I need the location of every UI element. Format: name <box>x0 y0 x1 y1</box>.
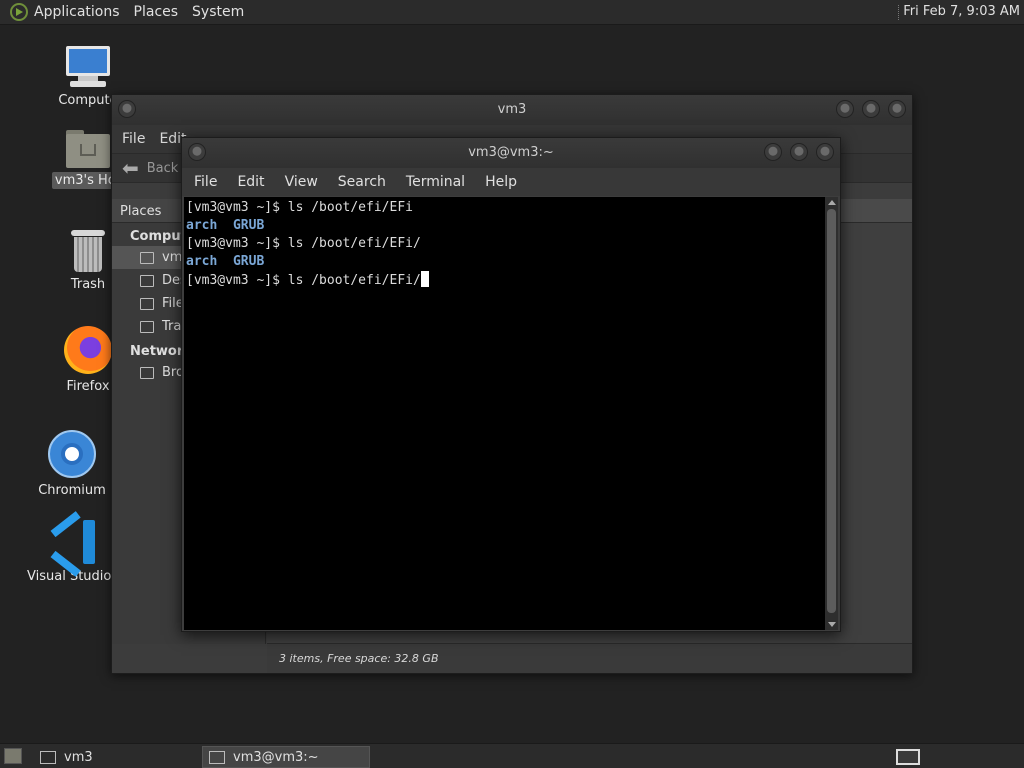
desktop-icon-label: Chromium <box>38 483 106 498</box>
clock[interactable]: Fri Feb 7, 9:03 AM <box>903 4 1020 19</box>
term-menu-edit[interactable]: Edit <box>237 174 264 190</box>
desktop-icon-label: Firefox <box>66 379 110 394</box>
terminal-line: [vm3@vm3 ~]$ ls /boot/efi/EFi/ <box>186 236 421 251</box>
terminal-titlebar[interactable]: vm3@vm3:~ <box>182 138 840 168</box>
status-bar: 3 items, Free space: 32.8 GB <box>267 643 912 673</box>
terminal-window: vm3@vm3:~ File Edit View Search Terminal… <box>181 137 841 632</box>
trash-icon <box>140 320 154 333</box>
terminal-title: vm3@vm3:~ <box>468 145 554 160</box>
terminal-line: arch GRUB <box>186 253 825 271</box>
filesystem-icon <box>140 297 154 310</box>
terminal-prompt: [vm3@vm3 ~]$ ls /boot/efi/EFi/ <box>186 273 421 288</box>
term-menu-terminal[interactable]: Terminal <box>406 174 465 190</box>
terminal-menubar: File Edit View Search Terminal Help <box>182 168 840 196</box>
maximize-button[interactable] <box>790 143 808 161</box>
scroll-down-arrow-icon[interactable] <box>828 622 836 627</box>
desktop-icon-vscode[interactable]: Visual Studio Co <box>24 511 133 585</box>
taskbar-item-label: vm3 <box>64 749 93 765</box>
home-icon <box>140 251 154 264</box>
back-arrow-icon[interactable]: ⬅ <box>122 156 139 180</box>
firefox-icon <box>64 326 112 374</box>
term-menu-help[interactable]: Help <box>485 174 517 190</box>
maximize-button[interactable] <box>862 100 880 118</box>
scrollbar-thumb[interactable] <box>827 209 836 613</box>
terminal-output-text: arch GRUB <box>186 218 265 233</box>
taskbar-item-file-manager[interactable]: vm3 <box>34 746 194 768</box>
text-cursor <box>420 271 429 287</box>
menu-system[interactable]: System <box>192 4 244 20</box>
vscode-icon <box>50 511 97 577</box>
fm-menu-file[interactable]: File <box>122 131 145 147</box>
desktop-icon-label: Trash <box>70 277 106 292</box>
taskbar-item-label: vm3@vm3:~ <box>233 749 319 765</box>
workspace-switcher[interactable] <box>896 749 920 765</box>
chromium-icon <box>48 430 96 478</box>
network-icon <box>140 366 154 379</box>
sidebar-item-label: Tra <box>162 319 182 334</box>
taskbar-item-terminal[interactable]: vm3@vm3:~ <box>202 746 370 768</box>
desktop-icon <box>140 274 154 287</box>
terminal-line: [vm3@vm3 ~]$ ls /boot/efi/EFi <box>186 200 413 215</box>
minimize-button[interactable] <box>836 100 854 118</box>
folder-icon <box>40 750 56 764</box>
term-menu-view[interactable]: View <box>285 174 318 190</box>
desktop-icon-chromium[interactable]: Chromium <box>22 430 122 499</box>
file-manager-titlebar[interactable]: vm3 <box>112 95 912 125</box>
terminal-prompt-line[interactable]: [vm3@vm3 ~]$ ls /boot/efi/EFi/ <box>186 271 825 289</box>
menu-applications[interactable]: Applications <box>34 4 120 20</box>
terminal-output-text: arch GRUB <box>186 254 265 269</box>
scroll-up-arrow-icon[interactable] <box>828 200 836 205</box>
close-button[interactable] <box>816 143 834 161</box>
trash-icon <box>71 230 105 272</box>
menu-places[interactable]: Places <box>134 4 179 20</box>
close-button[interactable] <box>888 100 906 118</box>
computer-icon <box>64 46 112 88</box>
minimize-button[interactable] <box>764 143 782 161</box>
terminal-line: arch GRUB <box>186 217 825 235</box>
term-menu-search[interactable]: Search <box>338 174 386 190</box>
home-folder-icon <box>66 130 110 168</box>
distro-logo-icon[interactable] <box>10 3 28 21</box>
term-menu-file[interactable]: File <box>194 174 217 190</box>
bottom-panel: vm3 vm3@vm3:~ <box>0 743 1024 768</box>
terminal-scrollbar[interactable] <box>825 197 838 630</box>
panel-separator <box>898 5 900 20</box>
terminal-icon <box>209 750 225 764</box>
show-desktop-icon[interactable] <box>4 748 22 764</box>
terminal-output[interactable]: [vm3@vm3 ~]$ ls /boot/efi/EFi arch GRUB … <box>184 197 827 630</box>
back-button[interactable]: Back <box>147 161 179 176</box>
file-manager-title: vm3 <box>497 102 527 117</box>
top-panel: Applications Places System Fri Feb 7, 9:… <box>0 0 1024 25</box>
